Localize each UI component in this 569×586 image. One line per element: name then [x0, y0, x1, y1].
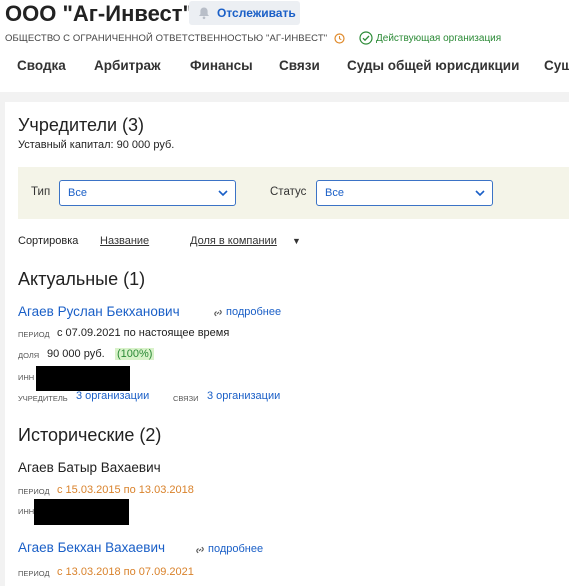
- tabs-bar: Сводка Арбитраж Финансы Связи Суды общей…: [0, 58, 569, 80]
- period-value: с 13.03.2018 по 07.09.2021: [57, 566, 194, 578]
- link-icon: [196, 546, 204, 554]
- company-title: ООО "Аг-Инвест": [5, 1, 193, 26]
- tab-links[interactable]: Связи: [279, 58, 320, 73]
- bell-icon: [199, 7, 209, 20]
- tab-more[interactable]: Сущ: [544, 58, 569, 73]
- founders-title: Учредители (3): [18, 115, 145, 135]
- sort-desc-icon: ▼: [292, 236, 301, 246]
- tab-summary[interactable]: Сводка: [17, 58, 66, 73]
- actual-section-title: Актуальные (1): [18, 269, 146, 289]
- links-label: СВЯЗИ: [173, 394, 199, 403]
- founders-card: Учредители (3) Уставный капитал: 90 000 …: [5, 102, 569, 586]
- company-header: ООО "Аг-Инвест" Отслеживать ОБЩЕСТВО С О…: [0, 0, 569, 92]
- more-link[interactable]: подробнее: [208, 543, 263, 555]
- founder-name: Агаев Батыр Вахаевич: [18, 460, 161, 475]
- chevron-down-icon: [475, 190, 485, 197]
- share-percent-badge: (100%): [115, 348, 155, 360]
- sort-label: Сортировка: [18, 235, 79, 247]
- status-select[interactable]: Все: [316, 180, 493, 206]
- sort-by-name[interactable]: Название: [100, 235, 149, 247]
- founder-name-link[interactable]: Агаев Бекхан Вахаевич: [18, 540, 165, 555]
- clock-icon[interactable]: [334, 33, 345, 44]
- company-full-name: ОБЩЕСТВО С ОГРАНИЧЕННОЙ ОТВЕТСТВЕННОСТЬЮ…: [5, 33, 328, 44]
- type-select-value: Все: [68, 187, 87, 199]
- sort-by-share[interactable]: Доля в компании: [190, 235, 277, 247]
- founder-label: УЧРЕДИТЕЛЬ: [18, 394, 68, 403]
- inn-label: ИНН: [18, 373, 35, 382]
- period-label: ПЕРИОД: [18, 569, 50, 578]
- tab-arbitration[interactable]: Арбитраж: [94, 58, 161, 73]
- period-label: ПЕРИОД: [18, 487, 50, 496]
- tab-finance[interactable]: Финансы: [190, 58, 253, 73]
- chevron-down-icon: [218, 190, 228, 197]
- period-label: ПЕРИОД: [18, 330, 50, 339]
- share-value: 90 000 руб.: [47, 348, 105, 360]
- tab-courts[interactable]: Суды общей юрисдикции: [347, 58, 519, 73]
- founder-orgs-link[interactable]: 3 организации: [76, 390, 149, 402]
- redacted-inn: [34, 499, 129, 525]
- share-label: ДОЛЯ: [18, 351, 40, 360]
- period-value: с 07.09.2021 по настоящее время: [57, 327, 230, 339]
- type-filter-label: Тип: [31, 186, 51, 198]
- follow-button-label: Отслеживать: [217, 6, 296, 20]
- inn-label: ИНН: [18, 507, 35, 516]
- type-select[interactable]: Все: [59, 180, 236, 206]
- status-filter-label: Статус: [270, 186, 307, 198]
- founder-name-link[interactable]: Агаев Руслан Бекханович: [18, 304, 180, 319]
- links-orgs-link[interactable]: 3 организации: [207, 390, 280, 402]
- status-text: Действующая организация: [376, 33, 502, 44]
- status-select-value: Все: [325, 187, 344, 199]
- historical-section-title: Исторические (2): [18, 425, 162, 445]
- follow-button[interactable]: Отслеживать: [189, 1, 300, 25]
- redacted-inn: [36, 366, 130, 391]
- filter-panel: Тип Все Статус Все: [18, 167, 569, 219]
- link-icon: [214, 309, 222, 317]
- period-value: с 15.03.2015 по 13.03.2018: [57, 484, 194, 496]
- check-circle-icon: [359, 31, 373, 45]
- charter-capital: Уставный капитал: 90 000 руб.: [18, 139, 175, 151]
- more-link[interactable]: подробнее: [226, 306, 281, 318]
